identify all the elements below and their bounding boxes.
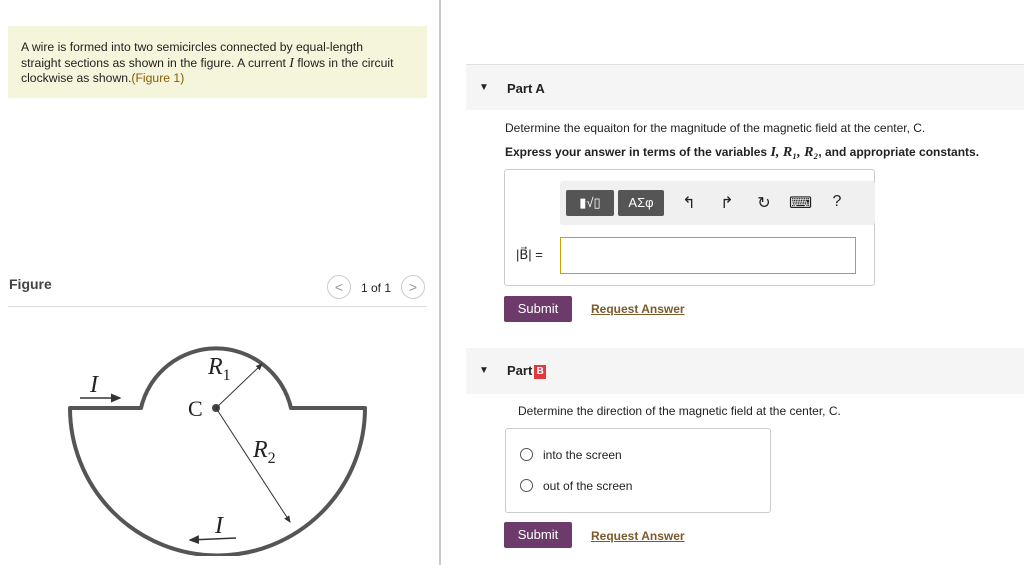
problem-line-3: clockwise as shown.(Figure 1)	[21, 71, 415, 87]
part-a-request-answer-link[interactable]: Request Answer	[591, 302, 685, 316]
collapse-caret-icon[interactable]: ▼	[479, 365, 489, 376]
problem-line-1: A wire is formed into two semicircles co…	[21, 40, 364, 54]
figure-pager: 1 of 1	[361, 281, 392, 295]
part-a-question: Determine the equaiton for the magnitude…	[505, 121, 926, 135]
answer-input[interactable]	[560, 237, 856, 274]
part-b-submit-button[interactable]: Submit	[504, 522, 572, 548]
part-b-question: Determine the direction of the magnetic …	[518, 404, 841, 418]
part-b-request-answer-link[interactable]: Request Answer	[591, 529, 685, 543]
prev-figure-button[interactable]: <	[327, 275, 351, 299]
r1-label: R1	[207, 354, 231, 384]
part-a-header[interactable]: ▼ Part A	[466, 64, 1024, 110]
option-into-screen[interactable]: into the screen	[543, 448, 622, 462]
current-bottom-arrow	[188, 535, 237, 545]
figure-heading: Figure	[9, 276, 52, 292]
center-label: C	[188, 396, 203, 421]
part-a-submit-button[interactable]: Submit	[504, 296, 572, 322]
figure-link[interactable]: (Figure 1)	[131, 71, 184, 85]
problem-statement: A wire is formed into two semicircles co…	[8, 26, 427, 98]
r2-label: R2	[252, 437, 276, 467]
redo-icon[interactable]: ↱	[716, 193, 738, 213]
templates-button[interactable]: ▮√▯	[566, 190, 614, 216]
part-b-title-text: Part	[507, 363, 533, 378]
radio-into-screen[interactable]	[520, 448, 533, 461]
instruction-prefix: Express your answer in terms of the vari…	[505, 145, 771, 159]
next-figure-button[interactable]: >	[401, 275, 425, 299]
circuit-figure: I I C R1 R2	[68, 346, 367, 556]
undo-icon[interactable]: ↰	[678, 193, 700, 213]
greek-symbols-button[interactable]: ΑΣφ	[618, 190, 664, 216]
part-b-title: Part B	[507, 363, 547, 379]
part-b-mark: B	[534, 364, 547, 379]
collapse-caret-icon[interactable]: ▼	[479, 82, 489, 93]
r2-arrow	[215, 407, 291, 523]
keyboard-icon[interactable]: ⌨	[789, 193, 812, 213]
option-out-of-screen[interactable]: out of the screen	[543, 479, 632, 493]
instruction-suffix: , and appropriate constants.	[818, 145, 980, 159]
problem-line-2: straight sections as shown in the figure…	[21, 56, 415, 72]
problem-line-2a: straight sections as shown in the figure…	[21, 55, 290, 70]
current-bottom-label: I	[214, 513, 224, 539]
help-icon[interactable]: ?	[826, 193, 848, 211]
panel-divider[interactable]	[439, 0, 441, 565]
options-box	[505, 428, 771, 513]
figure-divider	[8, 306, 427, 307]
problem-line-2b: flows in the circuit	[293, 55, 394, 70]
reset-icon[interactable]: ↻	[753, 193, 775, 213]
radio-out-of-screen[interactable]	[520, 479, 533, 492]
problem-line-3-text: clockwise as shown.	[21, 71, 132, 85]
current-top-label: I	[89, 372, 99, 398]
part-b-header[interactable]: ▼ Part B	[466, 348, 1024, 394]
part-a-instruction: Express your answer in terms of the vari…	[505, 145, 979, 161]
b-magnitude-label: |B⃗| =	[516, 247, 543, 262]
part-a-title: Part A	[507, 81, 545, 96]
instruction-vars: I, R₁, R₂	[770, 145, 819, 160]
